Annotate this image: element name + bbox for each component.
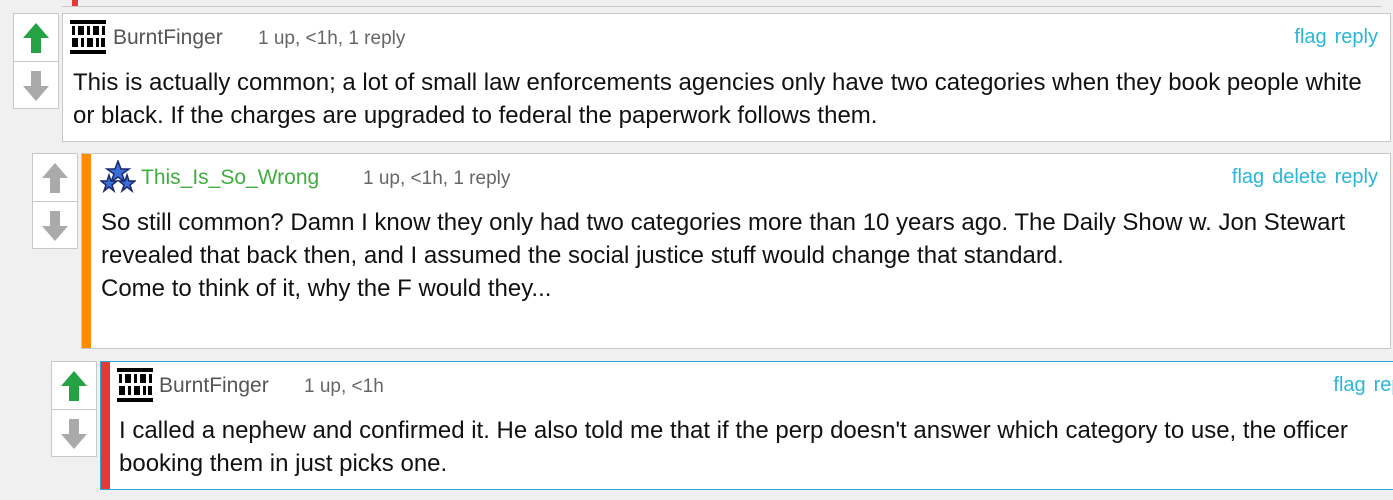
comment-body: This is actually common; a lot of small …: [73, 69, 1369, 129]
username-link[interactable]: BurntFinger: [113, 26, 223, 50]
thread-stripe: [82, 154, 91, 348]
previous-comment-stripe: [72, 0, 78, 6]
upvote-button[interactable]: [14, 14, 58, 61]
comment-card: This_Is_So_Wrong 1 up, <1h, 1 reply flag…: [81, 153, 1391, 349]
comment-card: BurntFinger 1 up, <1h, 1 reply flag repl…: [62, 13, 1391, 142]
downvote-button[interactable]: [52, 409, 96, 457]
reply-link[interactable]: reply: [1335, 26, 1378, 49]
flag-link[interactable]: flag: [1294, 26, 1326, 49]
vote-box: [13, 13, 59, 109]
flag-link[interactable]: flag: [1232, 166, 1264, 189]
comment-card: BurntFinger 1 up, <1h flag reply I calle…: [100, 361, 1393, 490]
flag-link[interactable]: flag: [1333, 374, 1365, 397]
binary-avatar-icon[interactable]: [70, 20, 106, 54]
comment-meta: 1 up, <1h: [304, 376, 384, 397]
stars-avatar-icon[interactable]: [100, 160, 136, 194]
comment-body: So still common? Damn I know they only h…: [101, 209, 1346, 302]
arrow-up-icon: [23, 22, 49, 53]
upvote-button[interactable]: [52, 362, 96, 409]
vote-box: [32, 153, 78, 249]
reply-link[interactable]: reply: [1374, 374, 1393, 397]
delete-link[interactable]: delete: [1272, 166, 1327, 189]
binary-avatar-icon[interactable]: [117, 368, 153, 402]
arrow-down-icon: [42, 210, 68, 241]
vote-box: [51, 361, 97, 457]
arrow-down-icon: [61, 418, 87, 449]
arrow-up-icon: [42, 162, 68, 193]
downvote-button[interactable]: [14, 61, 58, 109]
comment-actions: flag reply: [1333, 374, 1393, 397]
comment-meta: 1 up, <1h, 1 reply: [363, 168, 511, 189]
downvote-button[interactable]: [33, 201, 77, 249]
comment-actions: flag delete reply: [1232, 166, 1378, 189]
reply-link[interactable]: reply: [1335, 166, 1378, 189]
username-link[interactable]: BurntFinger: [159, 374, 269, 398]
arrow-up-icon: [61, 370, 87, 401]
comment-meta: 1 up, <1h, 1 reply: [258, 28, 406, 49]
comment-body: I called a nephew and confirmed it. He a…: [119, 417, 1355, 477]
arrow-down-icon: [23, 70, 49, 101]
username-link[interactable]: This_Is_So_Wrong: [141, 166, 319, 190]
thread-stripe: [101, 362, 110, 489]
previous-comment-stub: [62, 0, 1382, 7]
upvote-button[interactable]: [33, 154, 77, 201]
comment-actions: flag reply: [1294, 26, 1378, 49]
